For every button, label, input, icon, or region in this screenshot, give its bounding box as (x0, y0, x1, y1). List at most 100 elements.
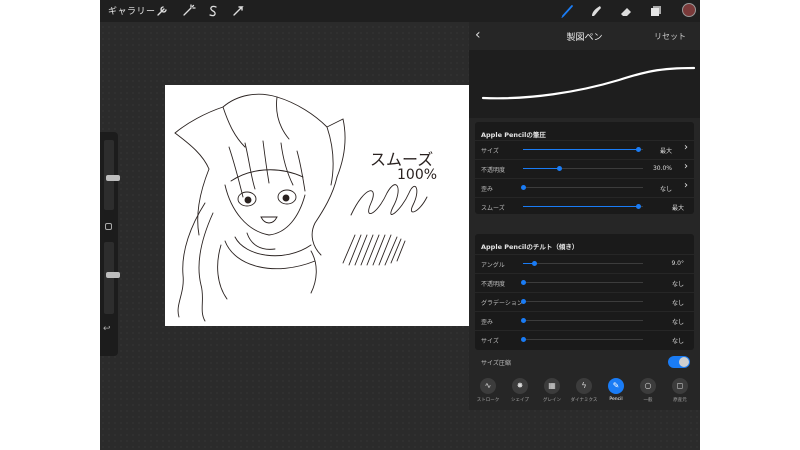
tab-stroke[interactable]: ∿ ストローク (473, 378, 503, 408)
size-limit-label: サイズ圧縮 (481, 360, 511, 367)
size-limit-toggle[interactable] (668, 356, 690, 368)
tab-label: シェイプ (511, 398, 529, 403)
slider-track[interactable] (523, 147, 643, 152)
tilt-row-3[interactable]: 歪み なし (475, 311, 694, 329)
slider-track[interactable] (521, 318, 643, 323)
grain-icon: ▦ (544, 378, 560, 394)
opacity-slider[interactable] (104, 242, 120, 314)
slider-track[interactable] (521, 337, 643, 342)
row-value: 30.0% (652, 165, 672, 172)
tab-label: ダイナミクス (570, 398, 598, 403)
tab-label: グレイン (543, 398, 561, 403)
slider-knob[interactable] (521, 185, 526, 190)
layers-icon[interactable] (648, 3, 664, 19)
tilt-row-0[interactable]: アングル 9.0° (475, 254, 694, 272)
wrench-icon[interactable] (154, 3, 170, 19)
pressure-section-title: Apple Pencilの筆圧 (481, 131, 546, 139)
tab-shape[interactable]: ✸ シェイプ (505, 378, 535, 408)
row-value: 最大 (671, 205, 684, 212)
chevron-right-icon[interactable]: › (684, 181, 688, 191)
slider-knob[interactable] (636, 204, 641, 209)
slider-fill (523, 149, 638, 150)
brush-size-slider[interactable] (104, 140, 120, 210)
row-value: 最大 (659, 148, 672, 155)
tab-general[interactable]: ○ 一般 (633, 378, 663, 408)
tilt-section-title: Apple Pencilのチルト（傾き） (481, 243, 579, 251)
tab-dynamics[interactable]: ϟ ダイナミクス (569, 378, 599, 408)
tab-pencil[interactable]: ✎ Pencil (601, 378, 631, 408)
magic-wand-icon[interactable] (180, 3, 196, 19)
row-label: アングル (481, 262, 505, 269)
brush-icon[interactable] (560, 3, 576, 19)
pencil-icon: ✎ (608, 378, 624, 394)
top-toolbar: ギャラリー (100, 0, 700, 22)
row-label: グラデーション (481, 300, 523, 307)
smudge-icon[interactable] (588, 3, 604, 19)
slider-track[interactable] (521, 299, 643, 304)
tilt-row-1[interactable]: 不透明度 なし (475, 273, 694, 291)
tilt-row-4[interactable]: サイズ なし (475, 330, 694, 348)
slider-track[interactable] (523, 261, 643, 266)
slider-knob[interactable] (532, 261, 537, 266)
pressure-row-1[interactable]: 不透明度 30.0% › (475, 159, 694, 177)
tab-label: 一般 (643, 398, 653, 403)
chevron-right-icon[interactable]: › (684, 162, 688, 172)
slider-track[interactable] (523, 166, 643, 171)
tilt-row-2[interactable]: グラデーション なし (475, 292, 694, 310)
eraser-icon[interactable] (618, 3, 634, 19)
row-value: なし (671, 300, 684, 307)
slider-fill (523, 168, 559, 169)
brush-size-handle[interactable] (106, 175, 120, 181)
tab-source[interactable]: ◻ 原産元 (665, 378, 695, 408)
tab-label: Pencil (609, 397, 623, 402)
tab-label: ストローク (476, 398, 500, 403)
dynamics-icon: ϟ (576, 378, 592, 394)
slider-knob[interactable] (521, 280, 526, 285)
drawing-canvas[interactable]: スムーズ 100% (165, 85, 470, 326)
transform-icon[interactable] (230, 3, 246, 19)
pressure-row-2[interactable]: 歪み なし › (475, 178, 694, 196)
row-value: 9.0° (671, 260, 684, 267)
row-value: なし (671, 338, 684, 345)
pressure-section: Apple Pencilの筆圧 サイズ 最大 › 不透明度 30.0% › 歪み なし › スムー… (475, 122, 694, 214)
opacity-handle[interactable] (106, 272, 120, 278)
general-icon: ○ (640, 378, 656, 394)
slider-knob[interactable] (521, 337, 526, 342)
shape-icon: ✸ (512, 378, 528, 394)
sketch-artwork: スムーズ 100% (174, 93, 437, 322)
slider-track[interactable] (521, 280, 643, 285)
undo-icon[interactable]: ↩ (103, 324, 111, 334)
row-value: なし (671, 319, 684, 326)
slider-knob[interactable] (557, 166, 562, 171)
left-sidebar: ↩ (100, 132, 120, 356)
tilt-section: Apple Pencilのチルト（傾き） アングル 9.0° 不透明度 なし グラデーシ… (475, 234, 694, 350)
selection-icon[interactable] (205, 3, 221, 19)
reset-button[interactable]: リセット (654, 31, 686, 42)
tab-label: 原産元 (673, 398, 687, 403)
slider-knob[interactable] (521, 318, 526, 323)
pressure-row-3[interactable]: スムーズ 最大 (475, 197, 694, 215)
slider-track[interactable] (523, 204, 643, 209)
gallery-button[interactable]: ギャラリー (108, 4, 156, 17)
stroke-icon: ∿ (480, 378, 496, 394)
color-picker-swatch[interactable] (682, 3, 696, 17)
modify-button[interactable] (105, 223, 112, 230)
brush-settings-panel: ‹ 製図ペン リセット Apple Pencilの筆圧 サイズ 最大 › 不透明度 30… (469, 22, 700, 410)
tab-grain[interactable]: ▦ グレイン (537, 378, 567, 408)
slider-track[interactable] (521, 185, 643, 190)
source-icon: ◻ (672, 378, 688, 394)
toggle-knob (679, 357, 689, 367)
panel-header: ‹ 製図ペン リセット (469, 22, 700, 50)
stroke-preview[interactable] (469, 50, 700, 118)
pressure-row-0[interactable]: サイズ 最大 › (475, 140, 694, 158)
row-label: サイズ (481, 338, 499, 345)
slider-knob[interactable] (521, 299, 526, 304)
row-label: 不透明度 (481, 281, 506, 288)
procreate-app: ギャラリー ↩ スムーズ 100% ‹ 製図ペン リセット Apple Penc… (100, 0, 700, 450)
chevron-right-icon[interactable]: › (684, 143, 688, 153)
row-value: なし (671, 281, 684, 288)
slider-knob[interactable] (636, 147, 641, 152)
handwriting-percent: 100% (397, 167, 437, 183)
row-label: サイズ (481, 148, 499, 155)
size-limit-row: サイズ圧縮 (475, 352, 694, 374)
